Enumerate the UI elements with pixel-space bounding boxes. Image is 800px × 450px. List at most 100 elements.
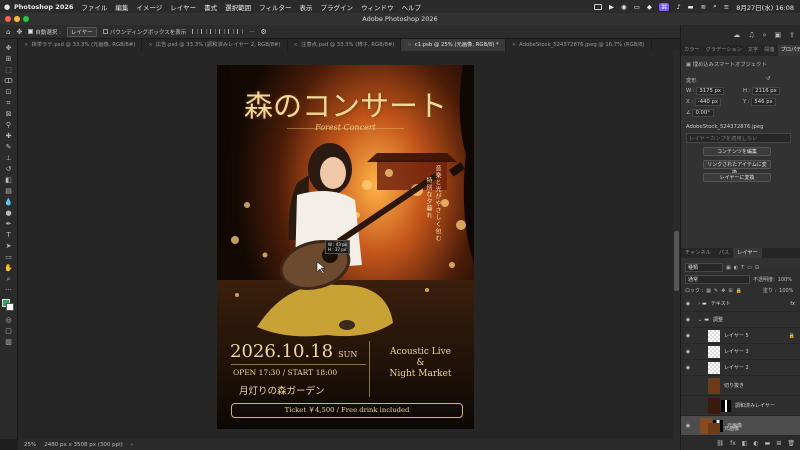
marquee-tool-icon[interactable]: ⬚	[3, 65, 15, 75]
auto-select-checkbox[interactable]	[28, 29, 34, 34]
apple-icon[interactable]: ●	[0, 3, 14, 11]
visibility-eye-icon[interactable]: ◉	[684, 333, 692, 339]
crop-tool-icon[interactable]: ⌗	[3, 98, 15, 108]
align-top-icon[interactable]	[219, 29, 226, 34]
app-icon[interactable]: ⌘	[658, 2, 670, 11]
lock-pixels-icon[interactable]: ▦	[706, 288, 711, 294]
filter-smart-icon[interactable]: ⊡	[755, 265, 759, 271]
close-window-button[interactable]	[5, 16, 11, 22]
scroll-thumb[interactable]	[674, 231, 679, 291]
opacity-field[interactable]: 100%	[778, 277, 792, 283]
lasso-tool-icon[interactable]: ↀ	[3, 76, 15, 86]
layer-row[interactable]: ◉ ⌄ ▬ 調整	[681, 312, 800, 328]
doc-tab[interactable]: × 抹茶ラテ.psd @ 33.3% (元画像, RGB/8#)	[18, 39, 143, 51]
menu-file[interactable]: ファイル	[81, 2, 107, 12]
blur-tool-icon[interactable]: 💧	[3, 197, 15, 207]
visibility-eye-icon[interactable]: ◉	[684, 317, 692, 323]
delete-layer-icon[interactable]: 🗑	[787, 440, 795, 447]
convert-to-linked-button[interactable]: リンクされたアイテムに変換...	[703, 160, 771, 176]
record-icon[interactable]: ◉	[621, 3, 627, 11]
visibility-eye-icon[interactable]: ◉	[684, 365, 692, 371]
color-swatches[interactable]	[2, 299, 15, 312]
zoom-tool-icon[interactable]: ⌕	[3, 274, 15, 284]
filter-pixel-icon[interactable]: ▣	[726, 265, 731, 271]
menu-plugins[interactable]: プラグイン	[320, 2, 353, 12]
height-field[interactable]: 2116 px	[752, 87, 780, 95]
stamp-tool-icon[interactable]: ⊥	[3, 153, 15, 163]
align-center-icon[interactable]	[201, 29, 208, 34]
history-brush-icon[interactable]: ↺	[3, 164, 15, 174]
lock-paint-icon[interactable]: ✎	[714, 288, 718, 294]
display-icon[interactable]: ▭	[634, 3, 640, 11]
wifi-icon[interactable]: ≋	[701, 3, 706, 11]
align-right-icon[interactable]	[210, 29, 217, 34]
cloud-icon[interactable]: ☁	[733, 31, 740, 39]
3d-mode-icon[interactable]: ⚙	[260, 28, 266, 36]
tab-layers[interactable]: レイヤー	[733, 248, 762, 258]
new-layer-icon[interactable]: ⊞	[776, 440, 781, 447]
menu-edit[interactable]: 編集	[115, 2, 128, 12]
menu-image[interactable]: イメージ	[136, 2, 162, 12]
doc-tab[interactable]: × AdobeStock_524372876.jpeg @ 16.7% (RGB/…	[506, 39, 652, 51]
tab-paragraph[interactable]: 段落	[761, 45, 777, 56]
share-panel-icon[interactable]: ⇪	[789, 31, 795, 39]
menu-app-name[interactable]: Photoshop 2026	[14, 3, 73, 11]
filter-adjust-icon[interactable]: ◐	[734, 265, 738, 271]
menu-filter[interactable]: フィルター	[259, 2, 291, 12]
layer-comp-dropdown[interactable]: レイヤーカンプを適用しない	[686, 133, 791, 143]
menu-window[interactable]: ウィンドウ	[361, 2, 394, 12]
close-tab-icon[interactable]: ×	[512, 39, 516, 51]
filter-type-icon[interactable]: T	[741, 265, 744, 271]
move-tool-icon[interactable]: ✥	[3, 43, 15, 53]
background-color[interactable]	[6, 303, 14, 311]
move-tool-icon[interactable]: ✥	[16, 28, 22, 36]
doc-tab[interactable]: × 広告.psd @ 33.3% (調和済みレイヤー 2, RGB/8#)	[142, 39, 288, 51]
type-tool-icon[interactable]: T	[3, 230, 15, 240]
quick-mask-icon[interactable]: ◎	[3, 315, 15, 325]
bell-icon[interactable]: ♫	[748, 31, 754, 39]
more-options[interactable]: ···	[249, 29, 254, 35]
layer-row[interactable]: 切り抜き	[681, 376, 800, 396]
tray-icon[interactable]	[594, 3, 603, 10]
close-tab-icon[interactable]: ×	[148, 39, 152, 51]
frame-tool-icon[interactable]: ⊠	[3, 109, 15, 119]
convert-to-layers-button[interactable]: レイヤーに変換	[703, 173, 771, 182]
layer-row[interactable]: ◉ レイヤー 3	[681, 344, 800, 360]
eyedropper-tool-icon[interactable]: ⚲	[3, 120, 15, 130]
x-field[interactable]: -440 px	[694, 98, 721, 106]
add-style-icon[interactable]: fx	[730, 440, 736, 447]
visibility-eye-icon[interactable]: ◉	[684, 301, 692, 307]
search-icon[interactable]: ⌕	[713, 2, 717, 11]
filter-shape-icon[interactable]: ▭	[747, 265, 752, 271]
pen-tool-icon[interactable]: ✒	[3, 219, 15, 229]
gradient-tool-icon[interactable]: ▤	[3, 186, 15, 196]
layer-row[interactable]: ◉ › ▬ テキスト fx	[681, 296, 800, 312]
layer-row[interactable]: ◉ レイヤー 5 🔒	[681, 328, 800, 344]
menu-help[interactable]: ヘルプ	[401, 2, 421, 12]
tab-color[interactable]: カラー	[681, 45, 703, 56]
screen-mode-icon[interactable]: ▢	[3, 326, 15, 336]
play-icon[interactable]: ▶	[609, 3, 614, 11]
path-select-tool-icon[interactable]: ➤	[3, 241, 15, 251]
home-icon[interactable]: ⌂	[6, 28, 10, 36]
layer-row[interactable]: ◉ レイヤー 2	[681, 360, 800, 376]
tab-character[interactable]: 文字	[745, 45, 761, 56]
menu-select[interactable]: 選択範囲	[225, 2, 251, 12]
bounding-box-checkbox[interactable]	[102, 29, 108, 34]
brush-tool-icon[interactable]: ✎	[3, 142, 15, 152]
healing-brush-icon[interactable]: ✚	[3, 131, 15, 141]
align-left-icon[interactable]	[192, 29, 199, 34]
bounding-box-option[interactable]: バウンディングボックスを表示	[102, 28, 186, 36]
reset-transform-icon[interactable]: ↺	[766, 76, 770, 82]
menu-view[interactable]: 表示	[299, 2, 312, 12]
arrange-icon[interactable]: ▣	[775, 31, 782, 39]
auto-select-target-dropdown[interactable]: レイヤー	[66, 26, 97, 37]
lock-artboard-icon[interactable]: ⊞	[728, 288, 732, 294]
poster-canvas[interactable]: 森のコンサート Forest Concert 音楽と光がやさしく包む 特別な夕暮…	[217, 65, 474, 429]
add-mask-icon[interactable]: ◧	[742, 440, 748, 447]
new-group-icon[interactable]: ▬	[765, 440, 771, 447]
layer-mask-thumbnail[interactable]	[721, 399, 731, 412]
sound-icon[interactable]: ♪	[676, 3, 680, 11]
group-arrow-icon[interactable]: ⌄	[698, 317, 702, 323]
layers-shortcut-icon[interactable]: ▥	[3, 337, 15, 347]
